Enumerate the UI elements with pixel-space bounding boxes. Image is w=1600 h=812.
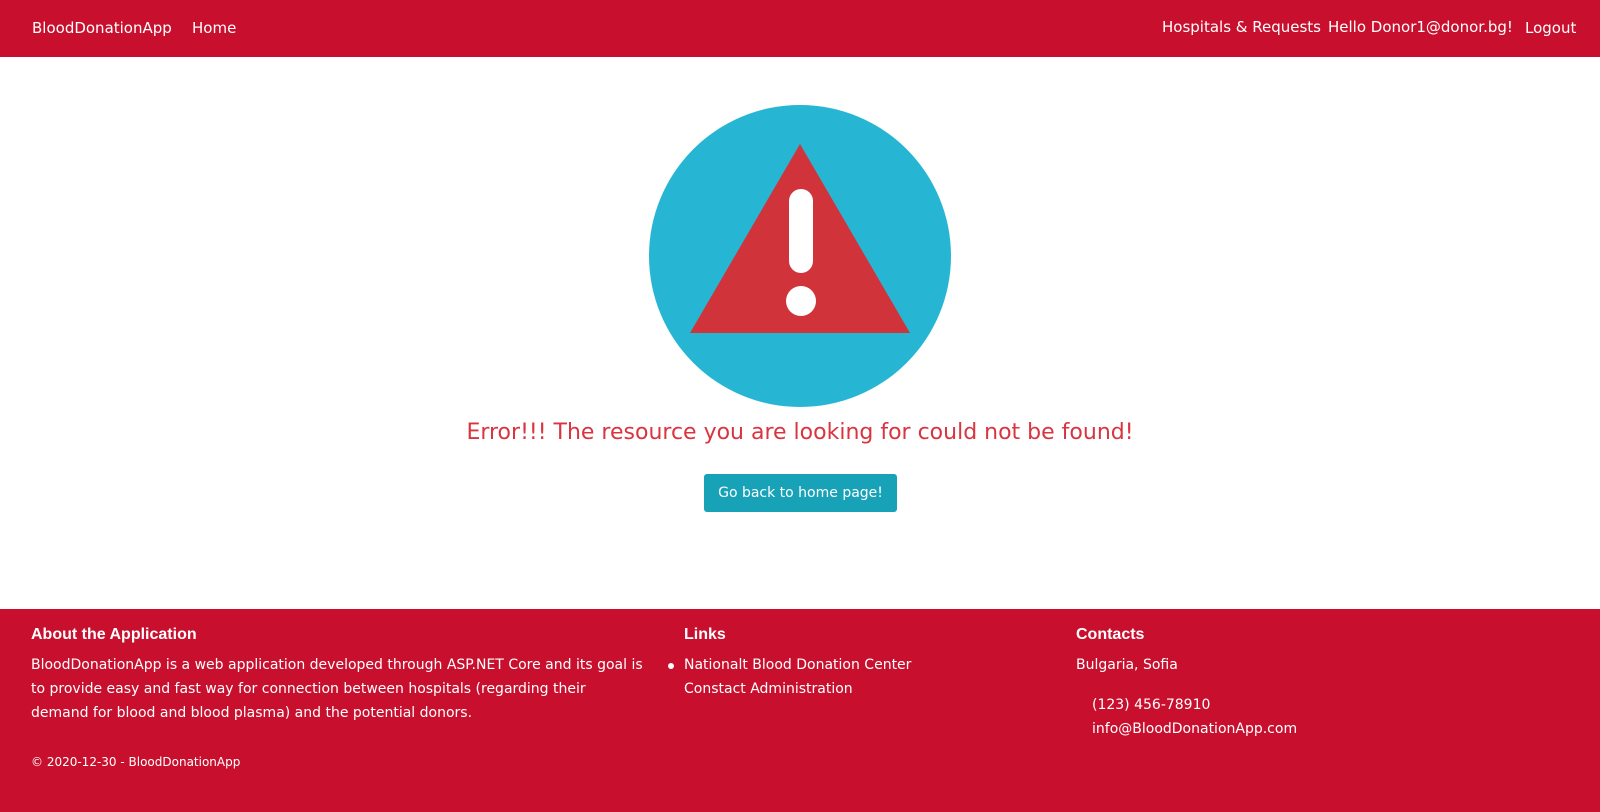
about-text: BloodDonationApp is a web application de…: [31, 657, 643, 721]
contact-phone: (123) 456-78910: [1092, 697, 1211, 713]
bullet-icon: [668, 663, 674, 669]
copyright: © 2020-12-30 - BloodDonationApp: [31, 755, 241, 769]
footer: About the Application BloodDonationApp i…: [0, 609, 1600, 812]
contact-city: Bulgaria, Sofia: [1076, 657, 1178, 673]
go-home-button[interactable]: Go back to home page!: [704, 474, 897, 512]
warning-triangle-icon: [649, 105, 951, 407]
navbar: BloodDonationApp Home Hospitals & Reques…: [0, 0, 1600, 57]
contact-administration-link[interactable]: Constact Administration: [684, 681, 853, 697]
contact-email: info@BloodDonationApp.com: [1092, 721, 1298, 737]
nav-home-link[interactable]: Home: [192, 18, 236, 38]
user-greeting-link[interactable]: Hello Donor1@donor.bg!: [1328, 17, 1513, 37]
main-content: Error!!! The resource you are looking fo…: [0, 57, 1600, 609]
logout-link[interactable]: Logout: [1525, 18, 1576, 38]
links-title: Links: [684, 626, 726, 643]
about-title: About the Application: [31, 626, 197, 643]
list-item: Constact Administration: [684, 677, 911, 701]
nav-hospitals-requests-link[interactable]: Hospitals & Requests: [1162, 17, 1321, 37]
contacts-title: Contacts: [1076, 626, 1145, 643]
brand-link[interactable]: BloodDonationApp: [32, 18, 172, 38]
footer-links-list: Nationalt Blood Donation Center Constact…: [668, 653, 911, 701]
list-item: Nationalt Blood Donation Center: [668, 653, 911, 677]
error-message: Error!!! The resource you are looking fo…: [466, 420, 1134, 445]
blood-donation-center-link[interactable]: Nationalt Blood Donation Center: [684, 657, 911, 673]
